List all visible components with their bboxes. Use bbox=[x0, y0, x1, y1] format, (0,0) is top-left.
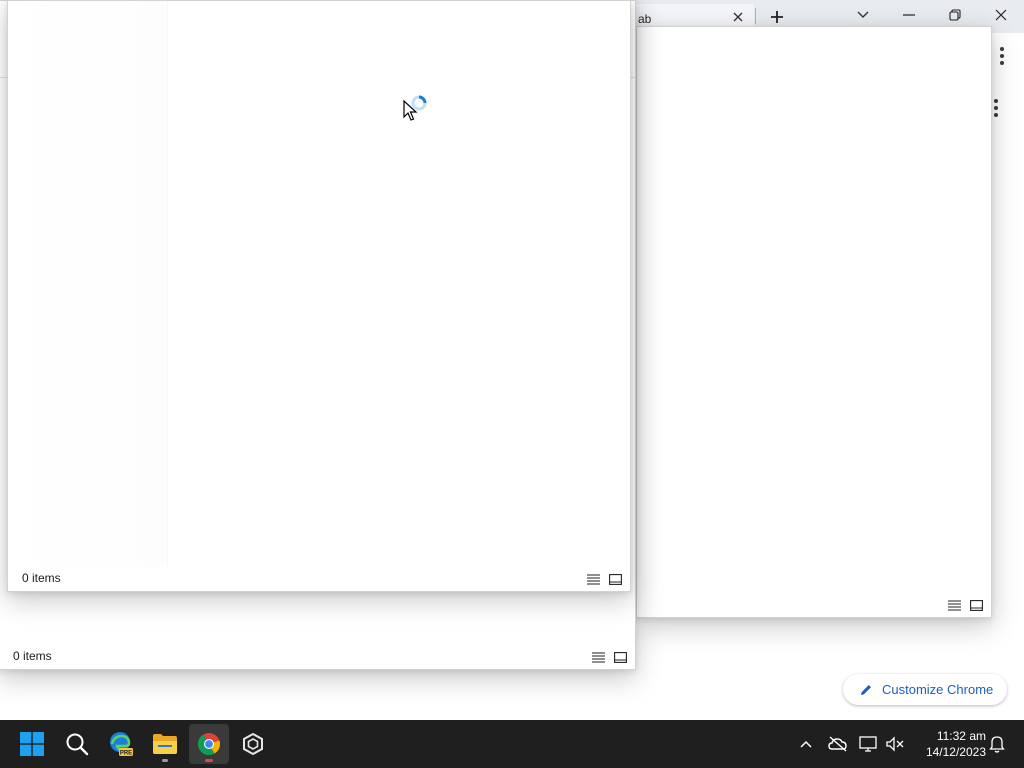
new-tab-button[interactable] bbox=[764, 6, 790, 28]
chevron-up-icon bbox=[800, 740, 812, 748]
unity-hub-icon bbox=[243, 733, 263, 755]
close-icon bbox=[995, 9, 1007, 21]
svg-text:PRE: PRE bbox=[120, 751, 132, 757]
status-item-count: 0 items bbox=[13, 649, 52, 663]
explorer-window-front: 0 items bbox=[7, 0, 631, 592]
status-bar bbox=[637, 593, 991, 617]
restore-button[interactable] bbox=[940, 2, 970, 28]
close-window-button[interactable] bbox=[986, 2, 1016, 28]
customize-chrome-button[interactable]: Customize Chrome bbox=[843, 674, 1007, 705]
tab-separator bbox=[755, 8, 756, 24]
tab-close-icon[interactable] bbox=[728, 7, 748, 27]
navigation-pane[interactable] bbox=[8, 1, 168, 567]
details-view-icon[interactable] bbox=[586, 572, 600, 586]
details-view-icon[interactable] bbox=[947, 598, 961, 612]
clock-time: 11:32 am bbox=[936, 729, 986, 743]
onedrive-icon[interactable] bbox=[826, 732, 850, 756]
notifications-bell-icon[interactable] bbox=[985, 732, 1009, 756]
taskbar-file-explorer[interactable] bbox=[145, 724, 185, 764]
volume-muted-icon[interactable] bbox=[883, 732, 907, 756]
running-indicator bbox=[162, 759, 168, 762]
status-bar: 0 items bbox=[8, 567, 630, 591]
clock[interactable]: 11:32 am 14/12/2023 bbox=[914, 728, 986, 760]
file-explorer-icon bbox=[153, 734, 177, 754]
busy-cursor-icon bbox=[403, 95, 433, 121]
page-menu-icon[interactable] bbox=[992, 99, 1000, 117]
minimize-icon bbox=[903, 14, 915, 16]
taskbar: PRE 11:32 am 14/12/2023 bbox=[0, 720, 1024, 768]
tab-search-button[interactable] bbox=[848, 2, 878, 28]
large-icons-view-icon[interactable] bbox=[608, 572, 622, 586]
details-view-icon[interactable] bbox=[591, 650, 605, 664]
taskbar-chrome[interactable] bbox=[189, 724, 229, 764]
status-item-count: 0 items bbox=[22, 571, 61, 585]
show-hidden-icons-button[interactable] bbox=[794, 732, 818, 756]
plus-icon bbox=[771, 11, 783, 23]
chevron-down-icon bbox=[857, 11, 869, 18]
edge-beta-icon: PRE bbox=[110, 732, 133, 757]
taskbar-search-button[interactable] bbox=[57, 724, 97, 764]
chrome-icon bbox=[198, 733, 221, 755]
start-button[interactable] bbox=[12, 724, 52, 764]
search-icon bbox=[66, 733, 89, 756]
running-indicator bbox=[205, 759, 213, 762]
status-bar: 0 items bbox=[0, 645, 635, 669]
pencil-icon bbox=[861, 684, 871, 695]
restore-icon bbox=[949, 9, 961, 21]
minimize-button[interactable] bbox=[894, 2, 924, 28]
start-icon bbox=[20, 732, 44, 756]
large-icons-view-icon[interactable] bbox=[969, 598, 983, 612]
network-icon[interactable] bbox=[857, 732, 881, 756]
large-icons-view-icon[interactable] bbox=[613, 650, 627, 664]
customize-chrome-label: Customize Chrome bbox=[882, 682, 994, 697]
chrome-menu-icon[interactable] bbox=[998, 47, 1006, 65]
chrome-tab-title: ab bbox=[638, 12, 652, 26]
taskbar-unity-hub[interactable] bbox=[233, 724, 273, 764]
taskbar-edge-beta[interactable]: PRE bbox=[101, 724, 141, 764]
explorer-window-right bbox=[636, 26, 992, 618]
clock-date: 14/12/2023 bbox=[925, 745, 986, 759]
